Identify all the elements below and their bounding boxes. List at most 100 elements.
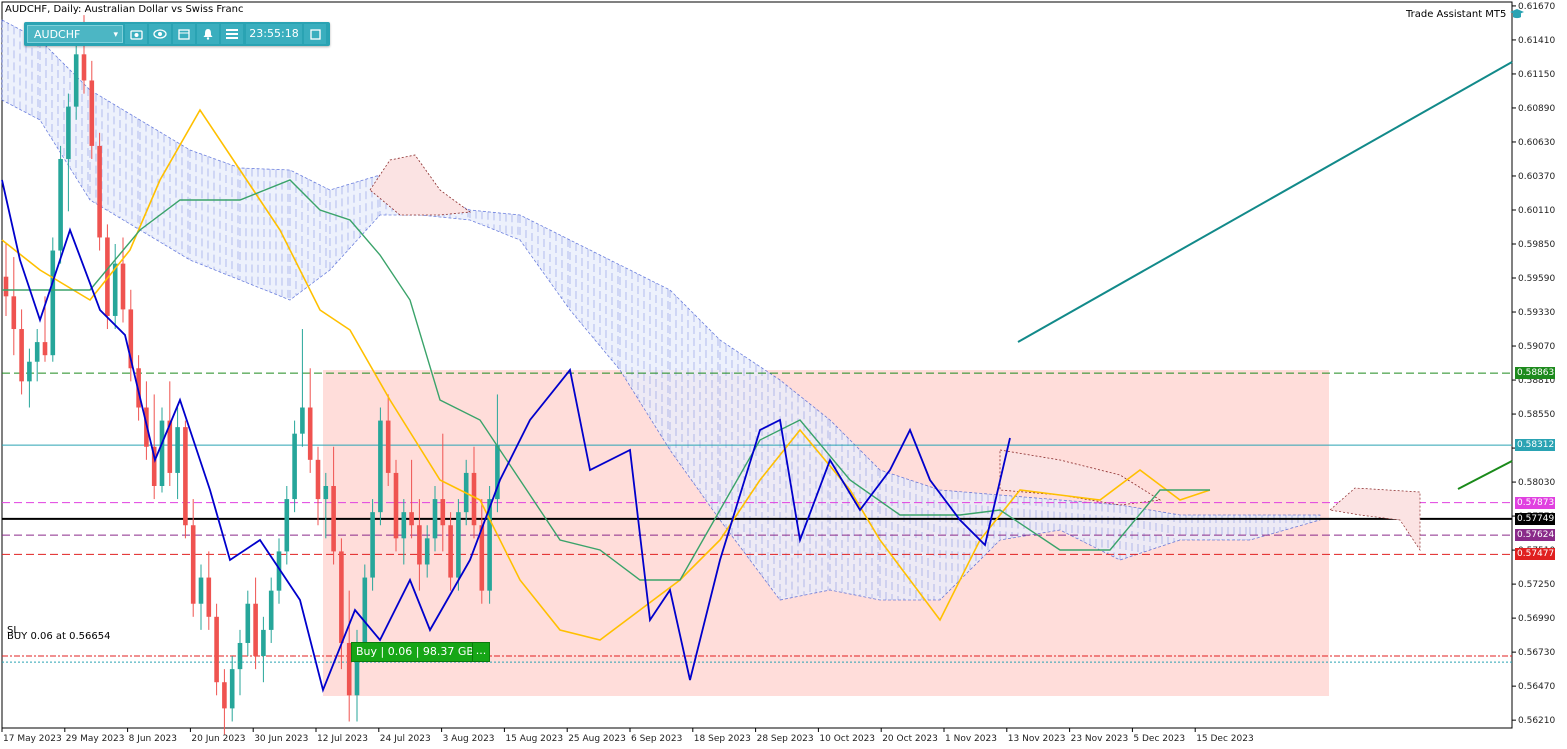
date-tick-label: 28 Sep 2023 bbox=[757, 734, 814, 744]
price-tick-label: 0.60370 bbox=[1518, 172, 1555, 182]
candle-body bbox=[58, 158, 63, 251]
price-tick-label: 0.56210 bbox=[1518, 716, 1555, 726]
bell-icon[interactable] bbox=[197, 24, 219, 44]
date-tick-label: 29 May 2023 bbox=[66, 734, 125, 744]
candle-body bbox=[339, 551, 344, 643]
chart-title: AUDCHF, Daily: Australian Dollar vs Swis… bbox=[5, 4, 243, 15]
candle-body bbox=[315, 459, 321, 500]
candle-body bbox=[370, 512, 375, 578]
candle-body bbox=[27, 361, 32, 382]
price-tick-label: 0.56730 bbox=[1518, 648, 1555, 658]
buy-order-label: BUY 0.06 at 0.56654 bbox=[7, 631, 111, 642]
date-tick-label: 1 Nov 2023 bbox=[945, 734, 997, 744]
candle-body bbox=[73, 54, 79, 107]
candle-body bbox=[175, 427, 180, 473]
candle-body bbox=[3, 276, 9, 297]
eye-icon[interactable] bbox=[149, 24, 171, 44]
candle-body bbox=[245, 603, 251, 643]
trade-assistant-button[interactable]: Trade Assistant MT5 bbox=[1406, 8, 1525, 20]
price-tick-label: 0.61150 bbox=[1518, 70, 1555, 80]
candle-body bbox=[284, 499, 290, 552]
candle-body bbox=[81, 54, 87, 81]
price-tick-label: 0.58030 bbox=[1518, 478, 1555, 488]
server-clock: 23:55:18 bbox=[246, 24, 302, 44]
candle-body bbox=[89, 80, 95, 146]
candle-body bbox=[253, 603, 258, 657]
trade-toolbar: AUDCHF ▾ 23:55:18 bbox=[24, 22, 330, 46]
candle-body bbox=[331, 486, 336, 552]
position-more-button[interactable]: ... bbox=[472, 642, 490, 662]
date-tick-label: 25 Aug 2023 bbox=[568, 734, 626, 744]
price-tick-label: 0.60110 bbox=[1518, 206, 1555, 216]
candle-body bbox=[385, 420, 391, 473]
candle-body bbox=[97, 145, 102, 238]
price-tag: 0.58312 bbox=[1515, 439, 1555, 452]
candle-body bbox=[190, 525, 196, 604]
candle-body bbox=[307, 407, 313, 460]
price-tag: 0.58863 bbox=[1515, 367, 1555, 380]
candle-body bbox=[183, 427, 188, 526]
candle-body bbox=[42, 342, 48, 356]
candle-body bbox=[448, 525, 453, 578]
date-tick-label: 30 Jun 2023 bbox=[254, 734, 308, 744]
chevron-down-icon: ▾ bbox=[113, 30, 118, 40]
date-tick-label: 15 Aug 2023 bbox=[505, 734, 563, 744]
candle-body bbox=[362, 577, 368, 643]
candle-body bbox=[34, 342, 40, 362]
chart-area[interactable]: AUDCHF, Daily: Australian Dollar vs Swis… bbox=[0, 0, 1567, 749]
candle-body bbox=[300, 407, 305, 434]
candle-body bbox=[292, 433, 297, 500]
candle-body bbox=[19, 329, 24, 382]
candle-body bbox=[323, 486, 329, 500]
trade-assistant-label: Trade Assistant MT5 bbox=[1406, 8, 1507, 20]
date-tick-label: 18 Sep 2023 bbox=[694, 734, 751, 744]
candle-body bbox=[268, 590, 274, 630]
candle-body bbox=[222, 682, 227, 709]
date-tick-label: 5 Dec 2023 bbox=[1133, 734, 1185, 744]
candle-body bbox=[409, 512, 414, 526]
date-tick-label: 3 Aug 2023 bbox=[443, 734, 495, 744]
date-tick-label: 8 Jun 2023 bbox=[129, 734, 177, 744]
candle-body bbox=[424, 538, 430, 565]
window-icon[interactable] bbox=[304, 24, 326, 44]
price-tick-label: 0.57250 bbox=[1518, 580, 1555, 590]
candle-body bbox=[471, 472, 477, 526]
date-tick-label: 23 Nov 2023 bbox=[1071, 734, 1129, 744]
date-tick-label: 20 Oct 2023 bbox=[882, 734, 938, 744]
price-tag: 0.57749 bbox=[1515, 512, 1555, 525]
price-tick-label: 0.58550 bbox=[1518, 410, 1555, 420]
candle-body bbox=[50, 250, 56, 356]
date-tick-label: 20 Jun 2023 bbox=[191, 734, 245, 744]
position-badge[interactable]: Buy | 0.06 | 98.37 GBP bbox=[351, 642, 486, 662]
symbol-label: AUDCHF bbox=[34, 28, 81, 41]
price-tick-label: 0.59590 bbox=[1518, 274, 1555, 284]
candle-body bbox=[432, 499, 438, 539]
date-tick-label: 6 Sep 2023 bbox=[631, 734, 682, 744]
candle-body bbox=[417, 525, 422, 565]
price-tick-label: 0.60890 bbox=[1518, 104, 1555, 114]
price-tick-label: 0.61410 bbox=[1518, 36, 1555, 46]
candle-body bbox=[198, 577, 204, 604]
graduation-cap-icon bbox=[1510, 9, 1525, 19]
menu-icon[interactable] bbox=[221, 24, 243, 44]
candle-body bbox=[456, 512, 461, 578]
date-tick-label: 10 Oct 2023 bbox=[819, 734, 875, 744]
candle-body bbox=[440, 499, 446, 526]
candle-body bbox=[11, 296, 17, 330]
camera-icon[interactable] bbox=[125, 24, 147, 44]
price-tick-label: 0.59070 bbox=[1518, 342, 1555, 352]
price-tick-label: 0.60630 bbox=[1518, 138, 1555, 148]
calendar-icon[interactable] bbox=[173, 24, 195, 44]
price-tag: 0.57873 bbox=[1515, 496, 1555, 509]
price-chart[interactable]: AUDCHF, Daily: Australian Dollar vs Swis… bbox=[0, 0, 1567, 749]
candle-body bbox=[214, 616, 219, 683]
candle-body bbox=[401, 512, 407, 539]
date-tick-label: 24 Jul 2023 bbox=[380, 734, 431, 744]
date-tick-label: 12 Jul 2023 bbox=[317, 734, 368, 744]
date-tick-label: 13 Nov 2023 bbox=[1008, 734, 1066, 744]
candle-body bbox=[120, 263, 126, 310]
symbol-selector[interactable]: AUDCHF ▾ bbox=[27, 25, 123, 43]
candle-body bbox=[378, 420, 383, 513]
candle-body bbox=[261, 629, 266, 657]
price-tick-label: 0.56470 bbox=[1518, 682, 1555, 692]
